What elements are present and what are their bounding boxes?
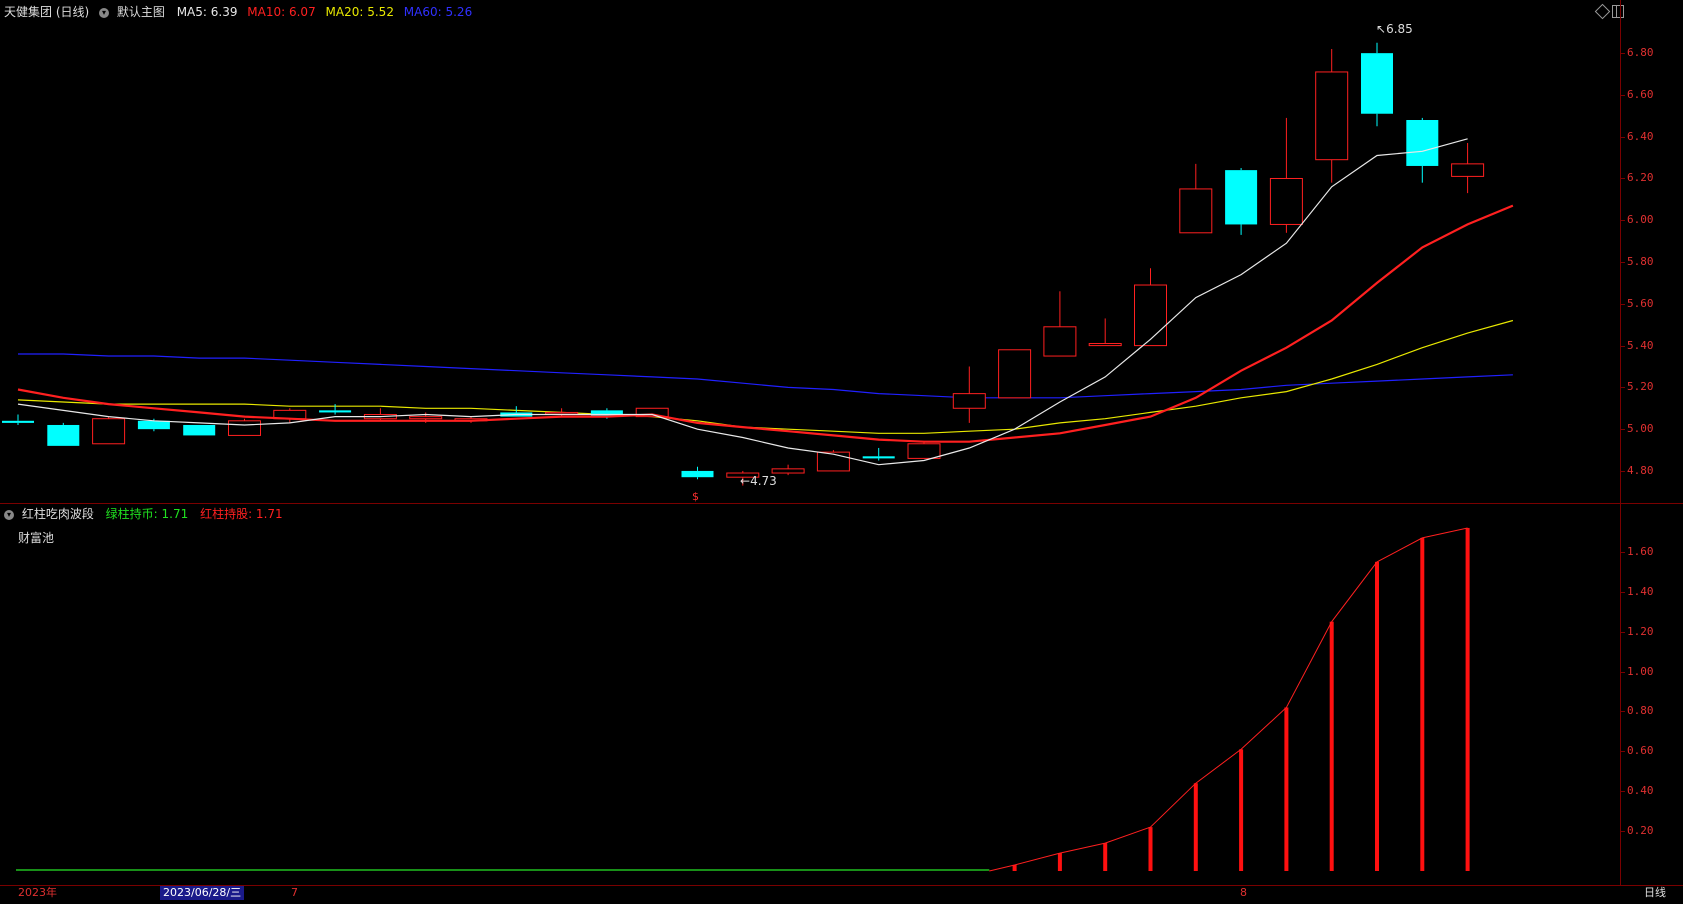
candle-body xyxy=(771,468,805,474)
red-bar xyxy=(1239,749,1244,871)
candle-body xyxy=(545,411,579,415)
red-bar xyxy=(1057,853,1062,871)
candle-body xyxy=(998,349,1032,399)
tick-mark xyxy=(1621,631,1625,633)
tick-mark xyxy=(1621,751,1625,753)
tick-mark xyxy=(1621,262,1625,264)
red-bar xyxy=(1420,537,1425,871)
candle-body xyxy=(1134,284,1167,347)
date-bar: 2023年 2023/06/28/三 7 8 日线 xyxy=(0,886,1683,904)
candle-body xyxy=(47,424,80,446)
cursor-date: 2023/06/28/三 xyxy=(160,886,245,900)
price-tick: 5.40 xyxy=(1627,338,1654,352)
price-tick: 4.80 xyxy=(1627,463,1654,477)
month-8-label: 8 xyxy=(1240,886,1247,899)
price-pane[interactable]: ↖6.85 ←4.73 $ xyxy=(0,0,1620,503)
candle-body xyxy=(2,420,34,423)
indicator-pane[interactable] xyxy=(0,504,1620,886)
price-tick: 5.80 xyxy=(1627,255,1654,269)
tick-mark xyxy=(1621,303,1625,305)
price-tick: 6.40 xyxy=(1627,129,1654,143)
tick-mark xyxy=(1621,53,1625,55)
year-label: 2023年 xyxy=(18,886,57,899)
candle-body xyxy=(816,451,850,472)
red-bar xyxy=(1329,621,1334,871)
red-bar xyxy=(1148,827,1153,871)
candle-body xyxy=(952,393,986,409)
indicator-chart[interactable] xyxy=(0,504,1620,886)
tick-mark xyxy=(1621,671,1625,673)
candle-body xyxy=(183,424,216,436)
indicator-tick: 1.60 xyxy=(1627,544,1654,558)
candle-body xyxy=(137,420,170,430)
tick-mark xyxy=(1621,387,1625,389)
candle-body xyxy=(1451,163,1485,177)
price-tick: 6.60 xyxy=(1627,87,1654,101)
red-bar xyxy=(1012,865,1017,871)
price-tick: 5.20 xyxy=(1627,380,1654,394)
candle-body xyxy=(319,410,352,413)
indicator-tick: 1.00 xyxy=(1627,664,1654,678)
red-bar xyxy=(1284,707,1289,871)
tick-mark xyxy=(1621,591,1625,593)
red-bar xyxy=(1103,843,1108,871)
price-tick: 6.00 xyxy=(1627,213,1654,227)
tick-mark xyxy=(1621,711,1625,713)
red-bar xyxy=(1193,783,1198,871)
candle-body xyxy=(1088,343,1122,347)
period-button[interactable]: 日线 xyxy=(1644,886,1666,900)
candle-body xyxy=(862,456,895,459)
candle-body xyxy=(1315,71,1349,161)
month-7-label: 7 xyxy=(291,886,298,899)
candle-body xyxy=(907,443,941,459)
low-annotation: ←4.73 xyxy=(740,474,777,488)
indicator-axis: 1.60 1.40 1.20 1.00 0.80 0.60 0.40 0.20 xyxy=(1620,504,1683,886)
candlestick-chart[interactable] xyxy=(0,0,1620,503)
tick-mark xyxy=(1621,470,1625,472)
indicator-tick: 0.60 xyxy=(1627,744,1654,758)
price-tick: 5.60 xyxy=(1627,296,1654,310)
candle-body xyxy=(1043,326,1077,357)
tick-mark xyxy=(1621,136,1625,138)
candle-body xyxy=(1225,170,1258,225)
tick-mark xyxy=(1621,791,1625,793)
low-value: 4.73 xyxy=(750,474,777,488)
tick-mark xyxy=(1621,831,1625,833)
candle-body xyxy=(681,470,714,478)
tick-mark xyxy=(1621,94,1625,96)
candle-body xyxy=(409,416,443,420)
red-bar xyxy=(1465,527,1470,871)
tick-mark xyxy=(1621,178,1625,180)
high-value: 6.85 xyxy=(1386,22,1413,36)
red-bar xyxy=(1375,561,1379,871)
price-tick: 5.00 xyxy=(1627,422,1654,436)
high-annotation: ↖6.85 xyxy=(1376,22,1413,36)
candle-body xyxy=(1361,53,1393,114)
price-tick: 6.80 xyxy=(1627,46,1654,60)
pool-line xyxy=(989,527,1468,872)
indicator-tick: 1.20 xyxy=(1627,624,1654,638)
candle-body xyxy=(1406,120,1439,166)
indicator-tick: 1.40 xyxy=(1627,584,1654,598)
tick-mark xyxy=(1621,220,1625,222)
signal-marker: $ xyxy=(692,490,699,503)
tick-mark xyxy=(1621,429,1625,431)
candle-body xyxy=(228,420,261,436)
price-tick: 6.20 xyxy=(1627,171,1654,185)
tick-mark xyxy=(1621,345,1625,347)
indicator-tick: 0.80 xyxy=(1627,704,1654,718)
tick-mark xyxy=(1621,551,1625,553)
indicator-tick: 0.40 xyxy=(1627,784,1654,798)
candle-body xyxy=(1269,177,1303,225)
candle-body xyxy=(92,418,126,445)
price-axis: 6.80 6.60 6.40 6.20 6.00 5.80 5.60 5.40 5.20 5.00… xyxy=(1620,0,1683,503)
candle-body xyxy=(1179,188,1213,234)
indicator-tick: 0.20 xyxy=(1627,824,1654,838)
